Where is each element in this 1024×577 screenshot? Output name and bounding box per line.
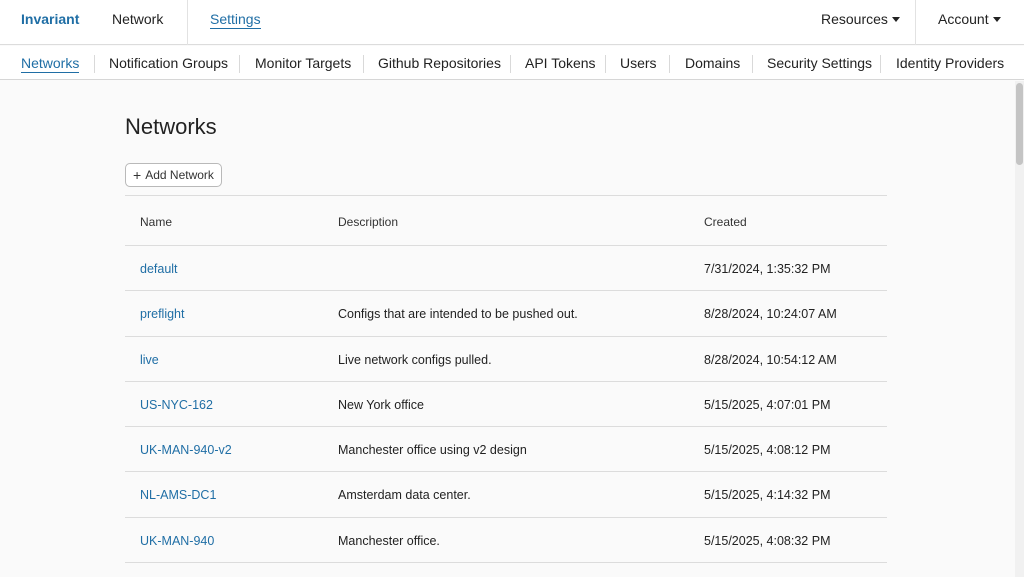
table-row: default 7/31/2024, 1:35:32 PM: [125, 246, 887, 292]
scrollbar-thumb[interactable]: [1016, 83, 1023, 165]
network-description: Manchester office.: [338, 533, 440, 548]
tab-divider: [94, 55, 95, 73]
top-navbar: Invariant Network Settings Resources Acc…: [0, 0, 1024, 45]
network-created: 5/15/2025, 4:14:32 PM: [704, 488, 831, 503]
add-network-label: Add Network: [145, 168, 214, 182]
table-row: NL-AMS-DC1 Amsterdam data center. 5/15/2…: [125, 472, 887, 518]
tab-monitor-targets[interactable]: Monitor Targets: [255, 55, 351, 71]
network-created: 8/28/2024, 10:54:12 AM: [704, 352, 837, 367]
page-title: Networks: [125, 114, 217, 139]
network-description: Live network configs pulled.: [338, 352, 492, 367]
network-name-link[interactable]: NL-AMS-DC1: [140, 488, 216, 502]
table-row: preflight Configs that are intended to b…: [125, 291, 887, 337]
network-name-link[interactable]: UK-MAN-940-v2: [140, 443, 232, 457]
nav-divider: [187, 0, 188, 45]
nav-divider: [915, 0, 916, 45]
tab-github-repositories[interactable]: Github Repositories: [378, 55, 501, 71]
network-description: New York office: [338, 397, 424, 412]
network-created: 5/15/2025, 4:08:12 PM: [704, 443, 831, 458]
table-row: UK-MAN-940 Manchester office. 5/15/2025,…: [125, 518, 887, 564]
add-network-button[interactable]: + Add Network: [125, 163, 222, 187]
table-header: Name Description Created: [125, 196, 887, 246]
column-header-created: Created: [704, 215, 747, 229]
nav-network[interactable]: Network: [112, 11, 163, 27]
tab-identity-providers[interactable]: Identity Providers: [896, 55, 1004, 71]
network-name-link[interactable]: default: [140, 262, 178, 276]
table-row: UK-MAN-940-v2 Manchester office using v2…: [125, 427, 887, 473]
network-name-link[interactable]: preflight: [140, 307, 184, 321]
tab-networks[interactable]: Networks: [21, 55, 80, 73]
tab-api-tokens[interactable]: API Tokens: [525, 55, 596, 71]
settings-subnav: Networks Notification Groups Monitor Tar…: [0, 46, 1024, 80]
caret-down-icon: [992, 17, 1001, 22]
tab-divider: [880, 55, 881, 73]
tab-users[interactable]: Users: [620, 55, 657, 71]
networks-table: Name Description Created default 7/31/20…: [125, 195, 887, 564]
network-description: Configs that are intended to be pushed o…: [338, 307, 578, 322]
network-description: Manchester office using v2 design: [338, 443, 527, 458]
table-row: US-NYC-162 New York office 5/15/2025, 4:…: [125, 382, 887, 428]
network-created: 8/28/2024, 10:24:07 AM: [704, 307, 837, 322]
network-created: 5/15/2025, 4:08:32 PM: [704, 533, 831, 548]
resources-menu[interactable]: Resources: [821, 11, 900, 27]
network-name-link[interactable]: UK-MAN-940: [140, 534, 214, 548]
tab-divider: [605, 55, 606, 73]
column-header-name: Name: [140, 215, 173, 229]
tab-divider: [669, 55, 670, 73]
vertical-scrollbar[interactable]: [1015, 81, 1024, 577]
network-created: 7/31/2024, 1:35:32 PM: [704, 262, 831, 276]
caret-down-icon: [891, 17, 900, 22]
account-menu[interactable]: Account: [938, 11, 1001, 27]
network-created: 5/15/2025, 4:07:01 PM: [704, 397, 831, 412]
tab-domains[interactable]: Domains: [685, 55, 740, 71]
tab-divider: [510, 55, 511, 73]
tab-divider: [363, 55, 364, 73]
network-name-link[interactable]: US-NYC-162: [140, 398, 213, 412]
resources-label: Resources: [821, 11, 888, 27]
plus-icon: +: [133, 167, 142, 183]
brand-logo[interactable]: Invariant: [21, 11, 79, 27]
tab-divider: [752, 55, 753, 73]
nav-settings[interactable]: Settings: [210, 11, 261, 29]
table-row: live Live network configs pulled. 8/28/2…: [125, 337, 887, 382]
tab-divider: [239, 55, 240, 73]
network-description: Amsterdam data center.: [338, 488, 471, 503]
tab-security-settings[interactable]: Security Settings: [767, 55, 872, 71]
account-label: Account: [938, 11, 989, 27]
network-name-link[interactable]: live: [140, 353, 159, 367]
column-header-description: Description: [338, 215, 399, 229]
tab-notification-groups[interactable]: Notification Groups: [109, 55, 228, 71]
